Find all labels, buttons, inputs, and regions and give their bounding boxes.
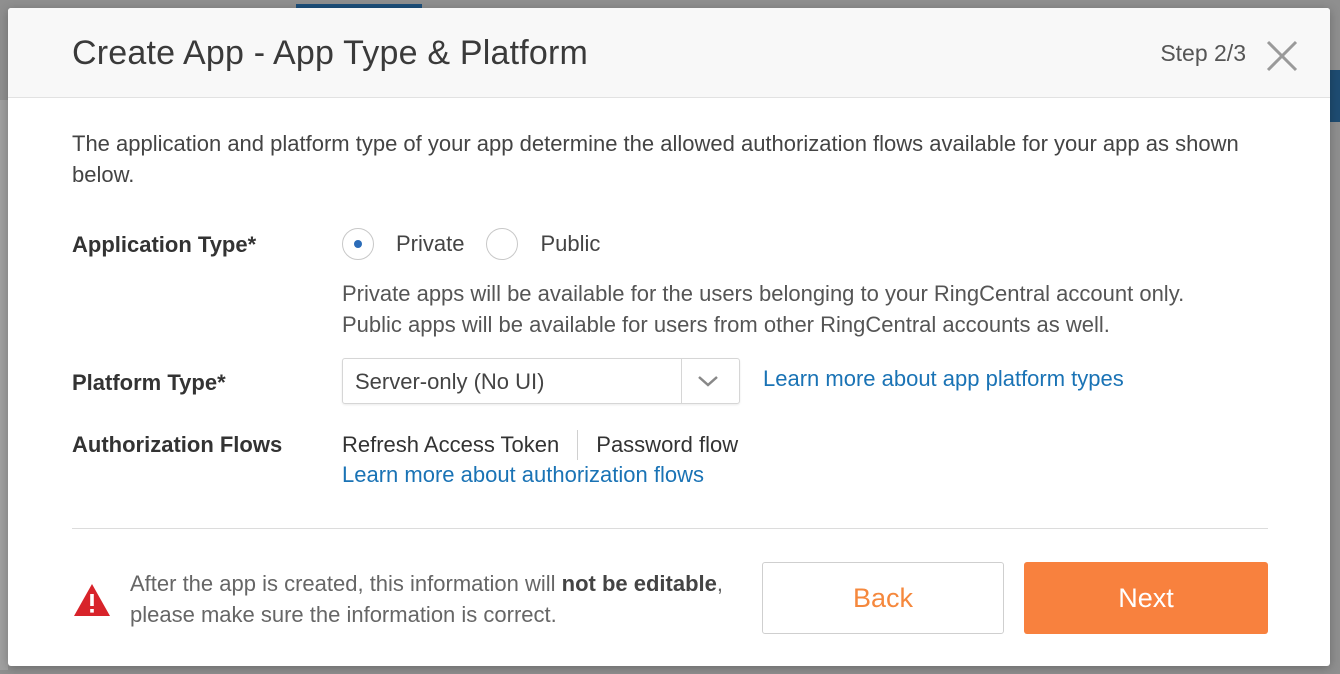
learn-more-platform-link[interactable]: Learn more about app platform types: [763, 366, 1124, 392]
modal-body: The application and platform type of you…: [72, 128, 1272, 487]
back-button[interactable]: Back: [762, 562, 1004, 634]
next-button[interactable]: Next: [1024, 562, 1268, 634]
flow-refresh-token: Refresh Access Token: [342, 432, 560, 457]
flow-separator: [577, 430, 579, 460]
modal-title: Create App - App Type & Platform: [72, 34, 589, 72]
warning-text-part1: After the app is created, this informati…: [130, 571, 562, 596]
authorization-flows-list: Refresh Access Token Password flow: [342, 430, 738, 460]
select-divider: [681, 359, 682, 403]
platform-type-value: Server-only (No UI): [355, 369, 545, 394]
radio-private[interactable]: [342, 228, 374, 260]
radio-private-label[interactable]: Private: [396, 231, 464, 257]
background-sidebar: [0, 100, 8, 670]
application-type-radio-group: Private Public: [342, 226, 622, 262]
application-type-label: Application Type*: [72, 232, 257, 257]
warning-message: After the app is created, this informati…: [130, 568, 730, 630]
platform-type-label: Platform Type*: [72, 370, 226, 395]
platform-type-select[interactable]: Server-only (No UI): [342, 358, 740, 404]
warning-icon: [72, 582, 112, 618]
step-indicator: Step 2/3: [1160, 40, 1246, 66]
description-private: Private apps will be available for the u…: [342, 281, 1185, 306]
learn-more-flows-link[interactable]: Learn more about authorization flows: [342, 462, 704, 488]
intro-text: The application and platform type of you…: [72, 131, 1239, 187]
flow-password: Password flow: [596, 432, 739, 457]
authorization-flows-label: Authorization Flows: [72, 432, 283, 457]
radio-public-label[interactable]: Public: [540, 231, 600, 257]
close-icon: [1266, 40, 1298, 72]
warning-text-bold: not be editable: [561, 571, 717, 596]
footer-divider: [72, 528, 1268, 529]
background-edge: [1330, 70, 1340, 122]
chevron-down-icon[interactable]: [695, 369, 721, 393]
description-public: Public apps will be available for users …: [342, 312, 1110, 337]
create-app-modal: Create App - App Type & Platform Step 2/…: [8, 8, 1330, 666]
close-button[interactable]: [1264, 38, 1300, 74]
application-type-description: Private apps will be available for the u…: [342, 278, 1282, 340]
radio-public[interactable]: [486, 228, 519, 260]
modal-header: Create App - App Type & Platform Step 2/…: [8, 8, 1330, 98]
